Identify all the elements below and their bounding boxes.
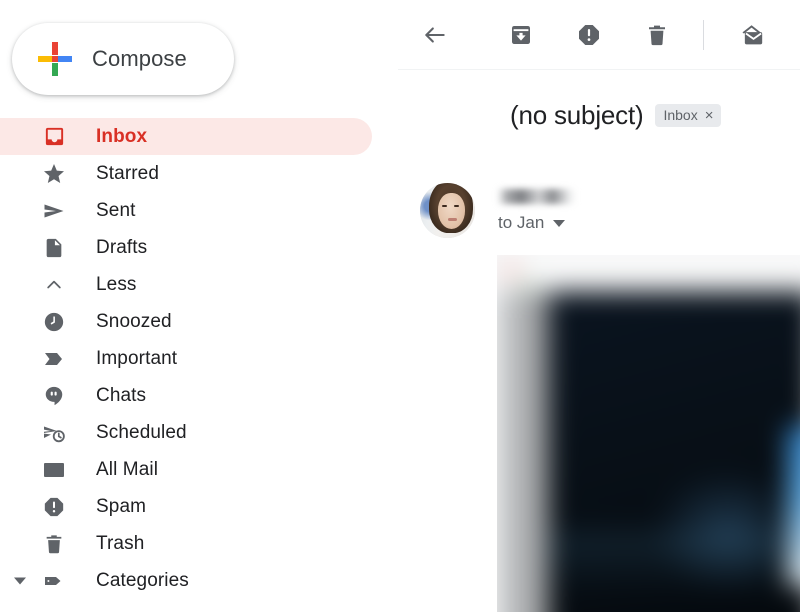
sidebar-item-label: Trash — [96, 532, 145, 554]
chevron-down-icon[interactable] — [553, 219, 566, 227]
gmail-window: Compose Inbox Starred Sent Drafts Less S… — [0, 0, 800, 612]
avatar[interactable] — [420, 183, 475, 238]
message-toolbar — [398, 0, 800, 70]
page-title: (no subject) — [510, 100, 644, 130]
delete-button[interactable] — [639, 17, 675, 53]
sidebar-item-inbox[interactable]: Inbox — [0, 118, 372, 155]
label-tag-icon — [38, 566, 70, 596]
sidebar-item-label: Chats — [96, 384, 147, 406]
sidebar-item-label: Spam — [96, 495, 147, 517]
recipient-label: to Jan — [498, 213, 545, 232]
compose-label: Compose — [92, 46, 187, 71]
compose-button[interactable]: Compose — [12, 23, 234, 95]
sidebar-item-label: Snoozed — [96, 310, 172, 332]
report-spam-button[interactable] — [571, 17, 607, 53]
chevron-up-icon — [38, 270, 70, 300]
important-label-icon — [38, 344, 70, 374]
sidebar-item-label: Sent — [96, 199, 136, 221]
recipient-expander[interactable]: to Jan — [498, 213, 566, 233]
subject-row: (no subject) Inbox × — [398, 100, 800, 131]
label-chip-text: Inbox — [663, 107, 698, 123]
message-inline-image[interactable] — [497, 255, 800, 612]
star-icon — [38, 159, 70, 189]
sidebar-item-all-mail[interactable]: All Mail — [0, 451, 398, 488]
sidebar-item-label: Scheduled — [96, 421, 187, 443]
sidebar-item-label: Categories — [96, 569, 189, 591]
sidebar-item-label: All Mail — [96, 458, 159, 480]
google-plus-icon — [38, 42, 72, 76]
sidebar-item-scheduled[interactable]: Scheduled — [0, 414, 398, 451]
sidebar-item-label: Drafts — [96, 236, 148, 258]
trash-icon — [38, 529, 70, 559]
sidebar-item-label: Important — [96, 347, 178, 369]
archive-button[interactable] — [503, 17, 539, 53]
back-to-inbox-button[interactable] — [417, 17, 453, 53]
inbox-tray-icon — [38, 122, 70, 152]
sidebar-item-spam[interactable]: Spam — [0, 488, 398, 525]
sidebar-item-trash[interactable]: Trash — [0, 525, 398, 562]
send-arrow-icon — [38, 196, 70, 226]
sidebar-nav-list: Inbox Starred Sent Drafts Less Snoozed I… — [0, 118, 398, 599]
status-badge[interactable]: Inbox × — [655, 104, 722, 127]
sidebar-item-label: Less — [96, 273, 137, 295]
sidebar-item-chats[interactable]: Chats — [0, 377, 398, 414]
chevron-down-icon[interactable] — [14, 577, 26, 584]
sidebar-item-important[interactable]: Important — [0, 340, 398, 377]
toolbar-divider — [703, 20, 704, 50]
envelope-icon — [38, 455, 70, 485]
close-icon[interactable]: × — [705, 108, 714, 123]
document-icon — [38, 233, 70, 263]
sidebar-item-label: Inbox — [96, 125, 148, 147]
sidebar-item-starred[interactable]: Starred — [0, 155, 398, 192]
scheduled-send-icon — [38, 418, 70, 448]
sidebar-item-drafts[interactable]: Drafts — [0, 229, 398, 266]
clock-icon — [38, 307, 70, 337]
sender-name-redacted — [498, 189, 576, 204]
sidebar: Compose Inbox Starred Sent Drafts Less S… — [0, 0, 398, 612]
spam-octagon-icon — [38, 492, 70, 522]
sidebar-item-categories[interactable]: Categories — [0, 562, 398, 599]
sidebar-item-less[interactable]: Less — [0, 266, 398, 303]
sidebar-item-snoozed[interactable]: Snoozed — [0, 303, 398, 340]
mark-unread-button[interactable] — [734, 17, 770, 53]
sidebar-item-sent[interactable]: Sent — [0, 192, 398, 229]
chat-bubble-icon — [38, 381, 70, 411]
sidebar-item-label: Starred — [96, 162, 160, 184]
